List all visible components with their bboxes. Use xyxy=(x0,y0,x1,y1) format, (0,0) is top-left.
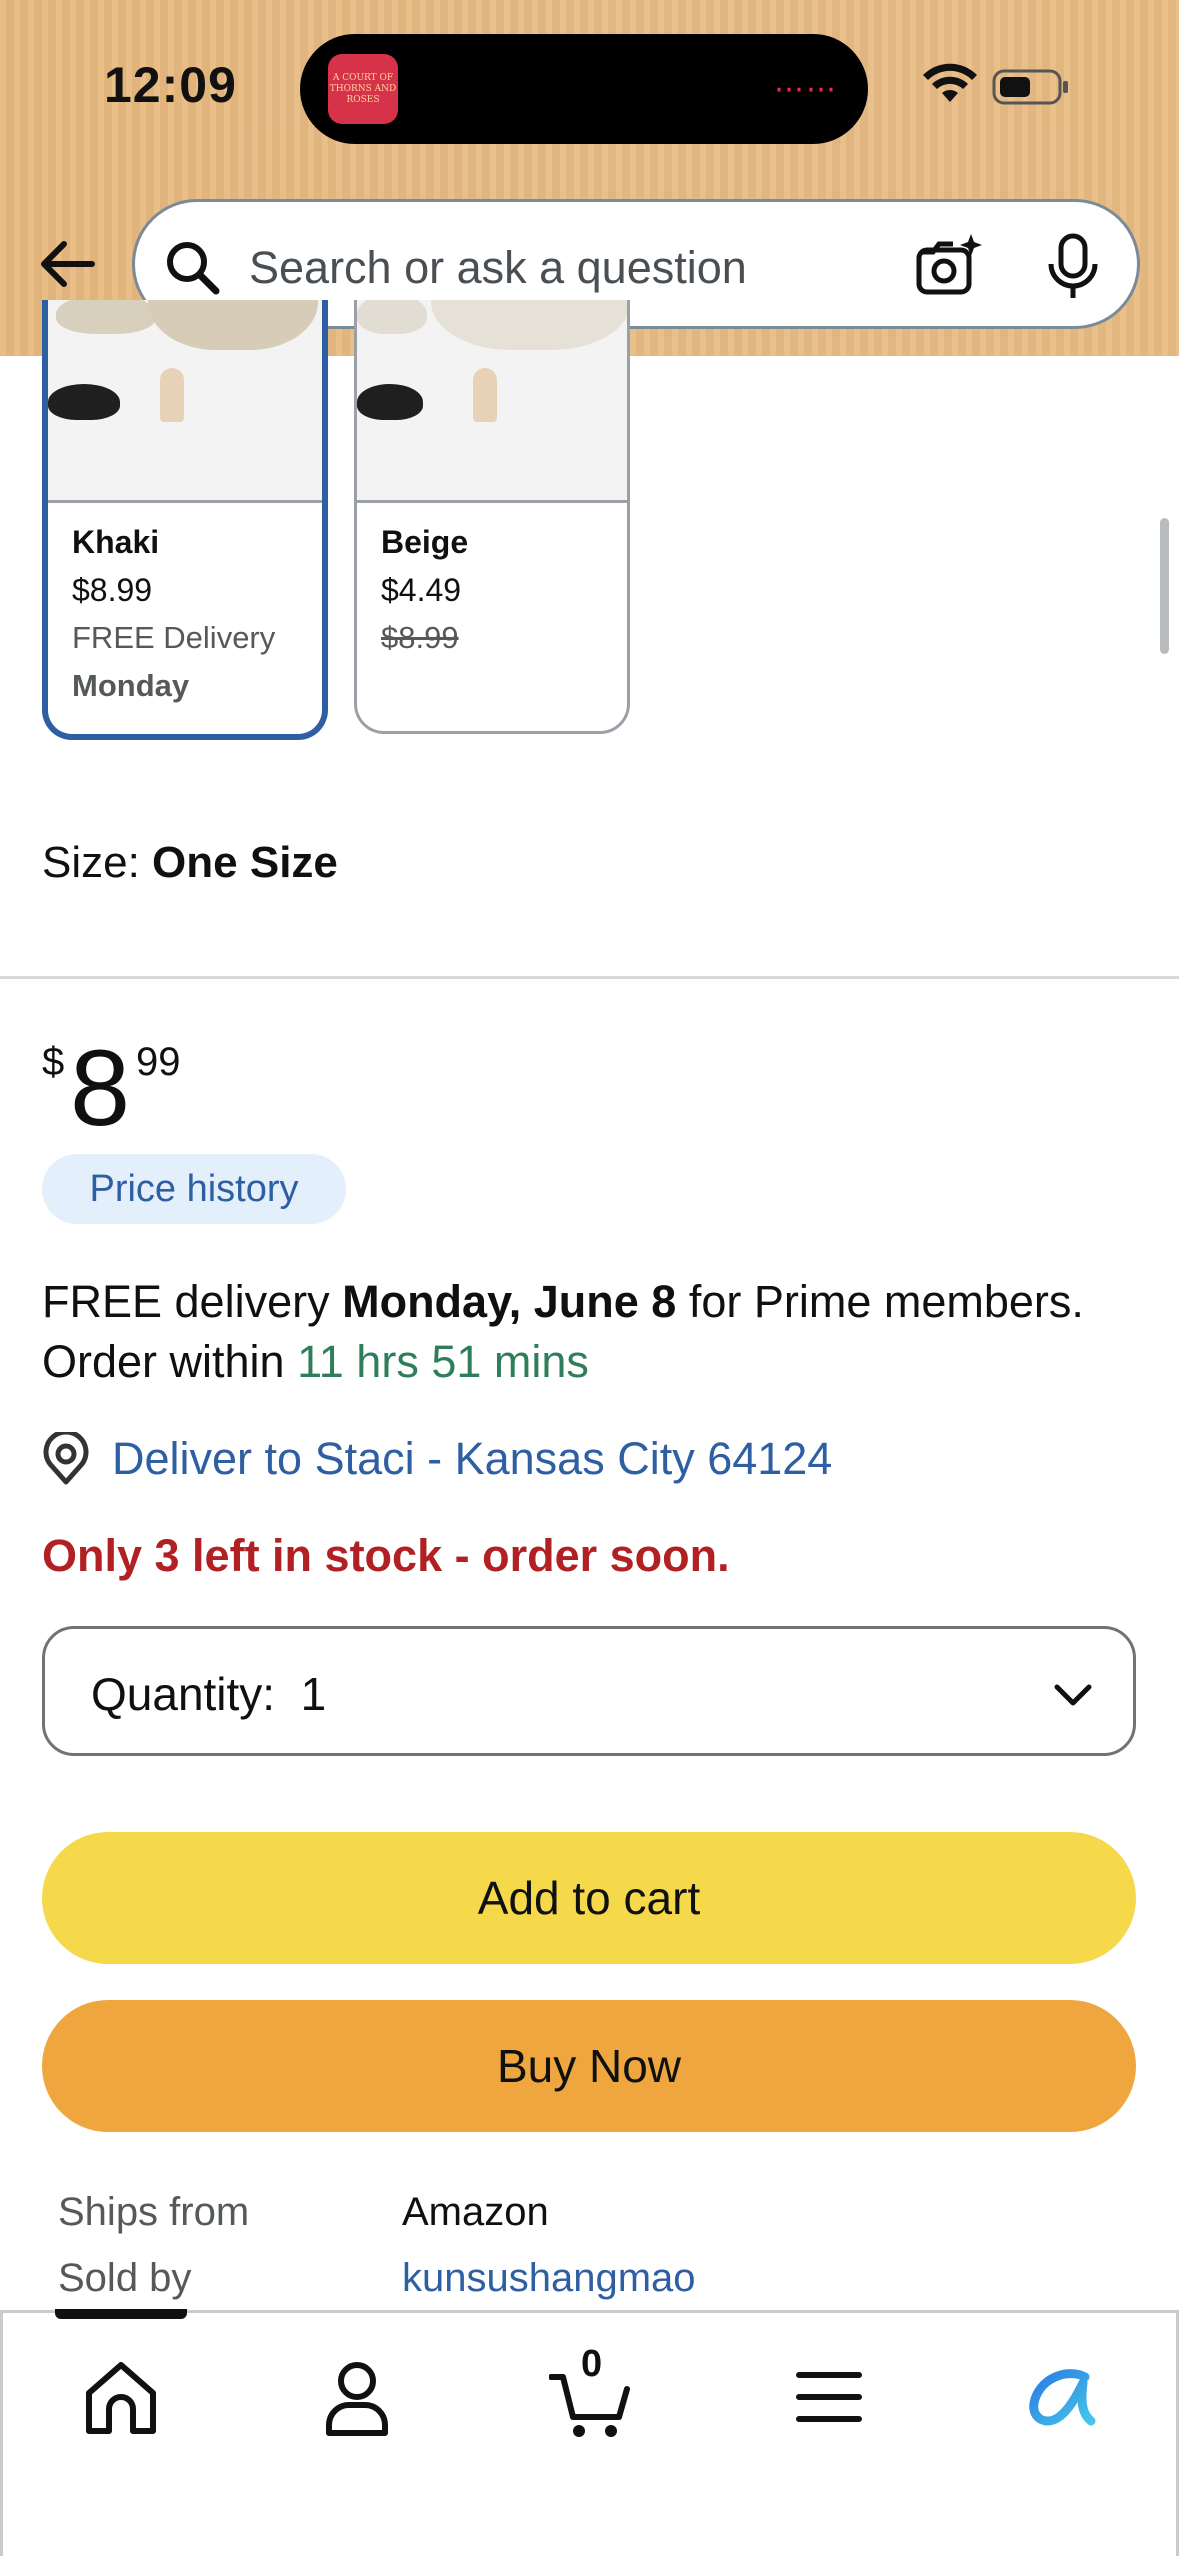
home-icon[interactable] xyxy=(79,2355,163,2439)
chevron-down-icon xyxy=(1054,1684,1092,1706)
audio-wave-icon: ⋯⋯ xyxy=(774,73,838,106)
wifi-icon xyxy=(923,63,977,102)
quantity-label: Quantity: 1 xyxy=(91,1667,326,1721)
now-playing-artwork-text: A COURT OF THORNS AND ROSES xyxy=(329,72,397,105)
price-whole: 8 xyxy=(70,1027,131,1148)
add-to-cart-button[interactable]: Add to cart xyxy=(42,1832,1136,1964)
delivery-message: FREE delivery Monday, June 8 for Prime m… xyxy=(42,1272,1142,1392)
variant-delivery: FREE Delivery xyxy=(72,620,276,655)
delivery-prefix: FREE delivery xyxy=(42,1276,343,1327)
variant-delivery-day: Monday xyxy=(72,668,190,703)
size-value: One Size xyxy=(152,838,338,887)
location-pin-icon xyxy=(43,1432,89,1485)
cart-button[interactable]: 0 xyxy=(548,2343,633,2439)
bottom-nav: 0 xyxy=(0,2309,1179,2556)
buy-now-button[interactable]: Buy Now xyxy=(42,2000,1136,2132)
sold-by-label: Sold by xyxy=(58,2256,192,2300)
now-playing-artwork: A COURT OF THORNS AND ROSES xyxy=(328,54,398,124)
delivery-countdown: 11 hrs 51 mins xyxy=(297,1336,589,1387)
deliver-to-link[interactable]: Deliver to Staci - Kansas City 64124 xyxy=(42,1426,832,1492)
camera-lens-icon[interactable] xyxy=(913,232,983,298)
price-fraction: 99 xyxy=(136,1040,181,1084)
profile-icon[interactable] xyxy=(315,2355,399,2439)
stock-warning: Only 3 left in stock - order soon. xyxy=(42,1530,730,1581)
ships-from-label: Ships from xyxy=(58,2190,250,2234)
variant-name: Khaki xyxy=(72,524,160,560)
back-arrow-icon[interactable] xyxy=(36,232,100,296)
nav-active-indicator xyxy=(55,2309,187,2319)
search-input[interactable]: Search or ask a question xyxy=(249,242,747,294)
variant-info-beige: Beige $4.49 $8.99 xyxy=(381,518,468,662)
variant-price: $8.99 xyxy=(72,572,153,608)
variant-image-beige xyxy=(357,300,627,503)
search-icon xyxy=(167,242,220,295)
menu-icon[interactable] xyxy=(787,2355,871,2439)
deliver-to-text[interactable]: Deliver to Staci - Kansas City 64124 xyxy=(112,1433,832,1485)
sold-by-row: Sold by kunsushangmao xyxy=(58,2256,696,2301)
variant-card-beige[interactable]: Beige $4.49 $8.99 xyxy=(354,300,630,734)
ships-from-row: Ships from Amazon xyxy=(58,2190,549,2235)
ships-from-value: Amazon xyxy=(402,2190,549,2234)
quantity-value: 1 xyxy=(300,1668,327,1720)
section-divider xyxy=(0,976,1179,979)
price-currency: $ xyxy=(42,1040,65,1084)
variant-image-khaki xyxy=(48,300,322,503)
battery-icon xyxy=(992,69,1068,105)
variant-price: $4.49 xyxy=(381,572,462,608)
variant-card-khaki[interactable]: Khaki $8.99 FREE Delivery Monday xyxy=(42,300,328,740)
quantity-label-text: Quantity: xyxy=(91,1668,276,1720)
scrollbar[interactable] xyxy=(1160,518,1169,654)
variant-list-price: $8.99 xyxy=(381,620,459,655)
size-label: Size: xyxy=(42,838,153,887)
status-time: 12:09 xyxy=(104,57,237,113)
sold-by-link[interactable]: kunsushangmao xyxy=(402,2256,696,2301)
variant-name: Beige xyxy=(381,524,469,560)
delivery-date: Monday, June 8 xyxy=(342,1276,677,1327)
price-history-button[interactable]: Price history xyxy=(42,1154,346,1224)
variant-info-khaki: Khaki $8.99 FREE Delivery Monday xyxy=(72,518,275,710)
quantity-dropdown[interactable]: Quantity: 1 xyxy=(42,1626,1136,1756)
cart-count-badge: 0 xyxy=(581,2343,603,2385)
size-selector: Size: One Size xyxy=(42,838,338,888)
dynamic-island[interactable]: A COURT OF THORNS AND ROSES ⋯⋯ xyxy=(300,34,868,144)
rufus-ai-icon[interactable] xyxy=(1021,2355,1105,2439)
microphone-icon[interactable] xyxy=(1043,232,1103,302)
